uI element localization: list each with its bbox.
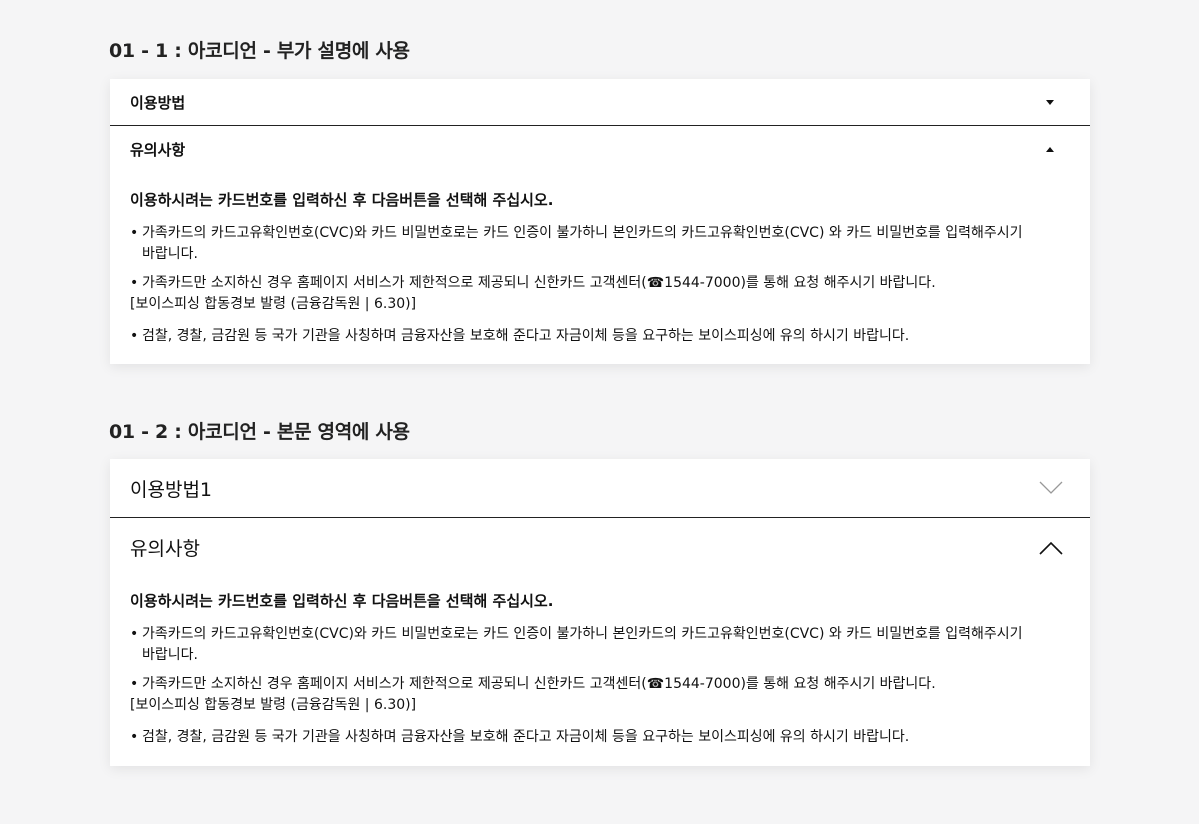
list-item-text-cont: 바랍니다.: [142, 647, 198, 663]
accordion-panel-notice: 이용하시려는 카드번호를 입력하신 후 다음버튼을 선택해 주십시오. • 가족…: [110, 577, 1090, 766]
accordion-large: 이용방법1 유의사항 이용하시려는 카드번호를 입력하신 후 다음버튼을 선택해…: [110, 459, 1090, 766]
accordion-panel-notice: 이용하시려는 카드번호를 입력하신 후 다음버튼을 선택해 주십시오. • 가족…: [110, 173, 1090, 364]
caret-down-icon: [1046, 100, 1054, 105]
list-item-text-cont: 바랍니다.: [142, 246, 198, 262]
notice-list-2: • 검찰, 경찰, 금감원 등 국가 기관을 사칭하며 금융자산을 보호해 준다…: [130, 727, 1070, 748]
list-item: • 가족카드만 소지하신 경우 홈페이지 서비스가 제한적으로 제공되니 신한카…: [130, 273, 1070, 294]
chevron-down-icon: [1039, 481, 1063, 494]
bullet-icon: •: [130, 626, 139, 642]
list-item: • 가족카드의 카드고유확인번호(CVC)와 카드 비밀번호로는 카드 인증이 …: [130, 624, 1070, 666]
section-title-accordion-2: 01 - 2 : 아코디언 - 본문 영역에 사용: [109, 421, 410, 443]
notice-list: • 가족카드의 카드고유확인번호(CVC)와 카드 비밀번호로는 카드 인증이 …: [130, 624, 1070, 695]
bullet-icon: •: [130, 225, 139, 241]
list-item: • 검찰, 경찰, 금감원 등 국가 기관을 사칭하며 금융자산을 보호해 준다…: [130, 727, 1070, 748]
accordion-item-notice[interactable]: 유의사항: [110, 126, 1090, 173]
bullet-icon: •: [130, 275, 139, 291]
list-item-text: 검찰, 경찰, 금감원 등 국가 기관을 사칭하며 금융자산을 보호해 준다고 …: [142, 328, 910, 344]
accordion-item-usage1[interactable]: 이용방법1: [110, 459, 1090, 518]
list-item-text: 검찰, 경찰, 금감원 등 국가 기관을 사칭하며 금융자산을 보호해 준다고 …: [142, 729, 910, 745]
voice-phishing-notice: [보이스피싱 합동경보 발령 (금융감독원 | 6.30)]: [130, 697, 417, 713]
accordion-item-label: 이용방법: [130, 93, 186, 112]
bullet-icon: •: [130, 328, 139, 344]
chevron-up-icon: [1039, 541, 1063, 555]
list-item: • 검찰, 경찰, 금감원 등 국가 기관을 사칭하며 금융자산을 보호해 준다…: [130, 326, 1070, 347]
list-item-text: 가족카드만 소지하신 경우 홈페이지 서비스가 제한적으로 제공되니 신한카드 …: [142, 275, 936, 291]
list-item: • 가족카드만 소지하신 경우 홈페이지 서비스가 제한적으로 제공되니 신한카…: [130, 674, 1070, 695]
accordion-item-label: 유의사항: [130, 141, 186, 159]
accordion-small: 이용방법 유의사항 이용하시려는 카드번호를 입력하신 후 다음버튼을 선택해 …: [110, 79, 1090, 364]
accordion-item-usage[interactable]: 이용방법: [110, 79, 1090, 126]
accordion-item-label: 이용방법1: [130, 478, 213, 501]
notice-list: • 가족카드의 카드고유확인번호(CVC)와 카드 비밀번호로는 카드 인증이 …: [130, 223, 1070, 294]
caret-up-icon: [1046, 146, 1054, 152]
bullet-icon: •: [130, 676, 139, 692]
list-item: • 가족카드의 카드고유확인번호(CVC)와 카드 비밀번호로는 카드 인증이 …: [130, 223, 1070, 265]
voice-phishing-notice: [보이스피싱 합동경보 발령 (금융감독원 | 6.30)]: [130, 296, 417, 312]
list-item-text: 가족카드만 소지하신 경우 홈페이지 서비스가 제한적으로 제공되니 신한카드 …: [142, 676, 936, 692]
accordion-item-label: 유의사항: [130, 538, 200, 560]
accordion-item-notice[interactable]: 유의사항: [110, 518, 1090, 577]
bullet-icon: •: [130, 729, 139, 745]
list-item-text: 가족카드의 카드고유확인번호(CVC)와 카드 비밀번호로는 카드 인증이 불가…: [142, 225, 1023, 241]
panel-lead-text: 이용하시려는 카드번호를 입력하신 후 다음버튼을 선택해 주십시오.: [130, 592, 554, 610]
section-title-accordion-1: 01 - 1 : 아코디언 - 부가 설명에 사용: [109, 40, 410, 62]
panel-lead-text: 이용하시려는 카드번호를 입력하신 후 다음버튼을 선택해 주십시오.: [130, 191, 554, 209]
list-item-text: 가족카드의 카드고유확인번호(CVC)와 카드 비밀번호로는 카드 인증이 불가…: [142, 626, 1023, 642]
notice-list-2: • 검찰, 경찰, 금감원 등 국가 기관을 사칭하며 금융자산을 보호해 준다…: [130, 326, 1070, 347]
